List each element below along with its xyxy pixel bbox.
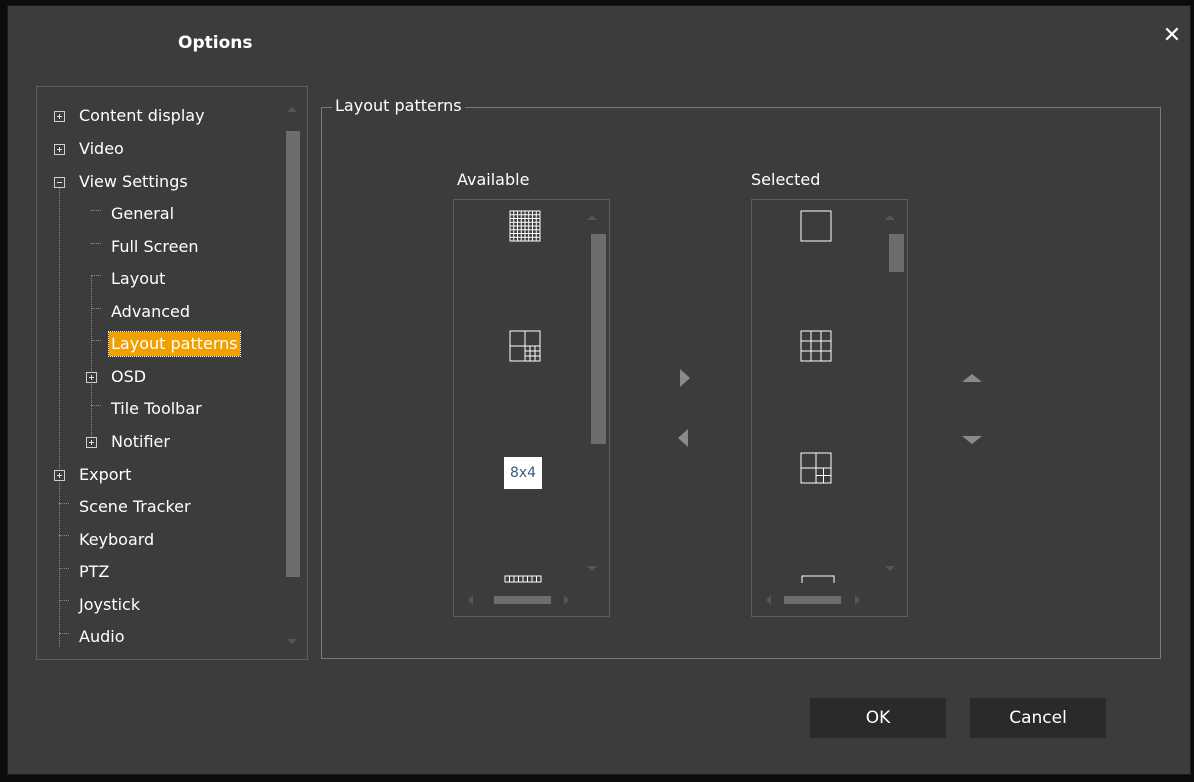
remove-pattern-icon[interactable] bbox=[676, 427, 690, 449]
scroll-left-icon[interactable] bbox=[466, 593, 476, 607]
tree-connector bbox=[91, 275, 101, 276]
collapse-icon[interactable] bbox=[54, 177, 65, 188]
tree-item-label: Content display bbox=[79, 106, 205, 125]
tree-item-video[interactable]: Video bbox=[77, 134, 126, 164]
tree-item-label: Notifier bbox=[111, 432, 170, 451]
tree-connector bbox=[59, 535, 69, 536]
tree-item-label: View Settings bbox=[79, 172, 188, 191]
layout-8x1-strip-icon[interactable] bbox=[504, 574, 544, 584]
layout-2x2-sub3x3-icon[interactable] bbox=[509, 330, 543, 364]
tree-connector bbox=[91, 210, 101, 211]
tree-scrollbar[interactable] bbox=[283, 91, 301, 651]
layout-2x2-sub2x2-icon[interactable] bbox=[800, 452, 834, 486]
tree-item-label: Audio bbox=[79, 627, 125, 646]
tree-connector bbox=[91, 405, 101, 406]
tree-item-advanced[interactable]: Advanced bbox=[109, 297, 192, 327]
tree-item-label: General bbox=[111, 204, 175, 223]
tree-item-notifier[interactable]: Notifier bbox=[109, 427, 172, 457]
tree-item-content-display[interactable]: Content display bbox=[77, 101, 207, 131]
tree-item-label: PTZ bbox=[79, 562, 110, 581]
available-hscroll-thumb[interactable] bbox=[494, 596, 551, 604]
tree-item-layout-patterns[interactable]: Layout patterns bbox=[108, 329, 241, 359]
tree-item-label: Layout patterns bbox=[108, 331, 241, 357]
tree-item-label: Full Screen bbox=[111, 237, 199, 256]
tree-item-label: Layout bbox=[111, 269, 166, 288]
layout-1x1-partial-icon[interactable] bbox=[800, 574, 840, 584]
available-list[interactable]: 8x4 bbox=[453, 199, 610, 617]
scroll-up-icon[interactable] bbox=[283, 103, 301, 115]
tree-scroll-thumb[interactable] bbox=[286, 131, 300, 577]
expand-icon[interactable] bbox=[54, 144, 65, 155]
tree-item-full-screen[interactable]: Full Screen bbox=[109, 232, 200, 262]
tree-item-view-settings[interactable]: View Settings bbox=[77, 167, 190, 197]
tree-item-osd[interactable]: OSD bbox=[109, 362, 148, 392]
tree-item-label: Scene Tracker bbox=[79, 497, 191, 516]
tree-item-audio[interactable]: Audio bbox=[77, 622, 126, 652]
tree-item-general[interactable]: General bbox=[109, 199, 176, 229]
tree-item-ptz[interactable]: PTZ bbox=[77, 557, 111, 587]
selected-label: Selected bbox=[751, 170, 821, 189]
tree-item-keyboard[interactable]: Keyboard bbox=[77, 525, 156, 555]
layout-8x8-icon[interactable] bbox=[509, 210, 543, 244]
scroll-right-icon[interactable] bbox=[561, 593, 571, 607]
dialog-title: Options bbox=[178, 33, 253, 53]
move-down-icon[interactable] bbox=[960, 434, 984, 446]
scroll-down-icon[interactable] bbox=[283, 636, 301, 648]
expand-icon[interactable] bbox=[86, 372, 97, 383]
tree-item-label: OSD bbox=[111, 367, 147, 386]
scroll-left-icon[interactable] bbox=[764, 593, 774, 607]
group-title: Layout patterns bbox=[332, 96, 465, 115]
scroll-right-icon[interactable] bbox=[852, 593, 862, 607]
move-up-icon[interactable] bbox=[960, 372, 984, 384]
add-pattern-icon[interactable] bbox=[678, 367, 692, 389]
tree-connector bbox=[59, 633, 69, 634]
scroll-up-icon[interactable] bbox=[585, 212, 599, 222]
available-label: Available bbox=[457, 170, 530, 189]
selected-list[interactable] bbox=[751, 199, 908, 617]
available-scroll-thumb[interactable] bbox=[591, 234, 606, 444]
close-icon[interactable]: ✕ bbox=[1160, 24, 1184, 48]
options-tree: Content display Video View Settings Gene… bbox=[36, 86, 308, 660]
tree-item-export[interactable]: Export bbox=[77, 460, 133, 490]
selected-scroll-thumb[interactable] bbox=[889, 234, 904, 272]
expand-icon[interactable] bbox=[86, 437, 97, 448]
tree-item-layout[interactable]: Layout bbox=[109, 264, 167, 294]
tree-connector bbox=[59, 177, 60, 647]
selected-hscroll-thumb[interactable] bbox=[784, 596, 841, 604]
tree-item-tile-toolbar[interactable]: Tile Toolbar bbox=[109, 394, 204, 424]
tree-item-scene-tracker[interactable]: Scene Tracker bbox=[77, 492, 193, 522]
tree-connector bbox=[91, 243, 101, 244]
tree-connector bbox=[91, 308, 101, 309]
ok-button[interactable]: OK bbox=[810, 698, 946, 738]
options-dialog: Options ✕ Content display Video View Set… bbox=[8, 6, 1190, 774]
expand-icon[interactable] bbox=[54, 470, 65, 481]
tree-item-label: Joystick bbox=[79, 595, 141, 614]
tree-item-label: Export bbox=[79, 465, 132, 484]
scroll-up-icon[interactable] bbox=[883, 212, 897, 222]
expand-icon[interactable] bbox=[54, 111, 65, 122]
cancel-button[interactable]: Cancel bbox=[970, 698, 1106, 738]
scroll-down-icon[interactable] bbox=[883, 564, 897, 574]
tree-connector bbox=[59, 600, 69, 601]
layout-1x1-icon[interactable] bbox=[800, 210, 834, 244]
tree-connector bbox=[91, 340, 101, 341]
scroll-down-icon[interactable] bbox=[585, 564, 599, 574]
title-bar[interactable]: Options ✕ bbox=[8, 6, 1190, 84]
tree-item-label: Advanced bbox=[111, 302, 191, 321]
tree-connector bbox=[91, 275, 92, 445]
tree-item-label: Tile Toolbar bbox=[111, 399, 202, 418]
tree-item-label: Keyboard bbox=[79, 530, 155, 549]
tree-connector bbox=[59, 503, 69, 504]
layout-8x4-tile[interactable]: 8x4 bbox=[504, 457, 542, 489]
tree-connector bbox=[59, 568, 69, 569]
tree-item-label: Video bbox=[79, 139, 124, 158]
tree-item-joystick[interactable]: Joystick bbox=[77, 590, 142, 620]
layout-3x3-icon[interactable] bbox=[800, 330, 834, 364]
layout-patterns-group bbox=[321, 107, 1161, 659]
